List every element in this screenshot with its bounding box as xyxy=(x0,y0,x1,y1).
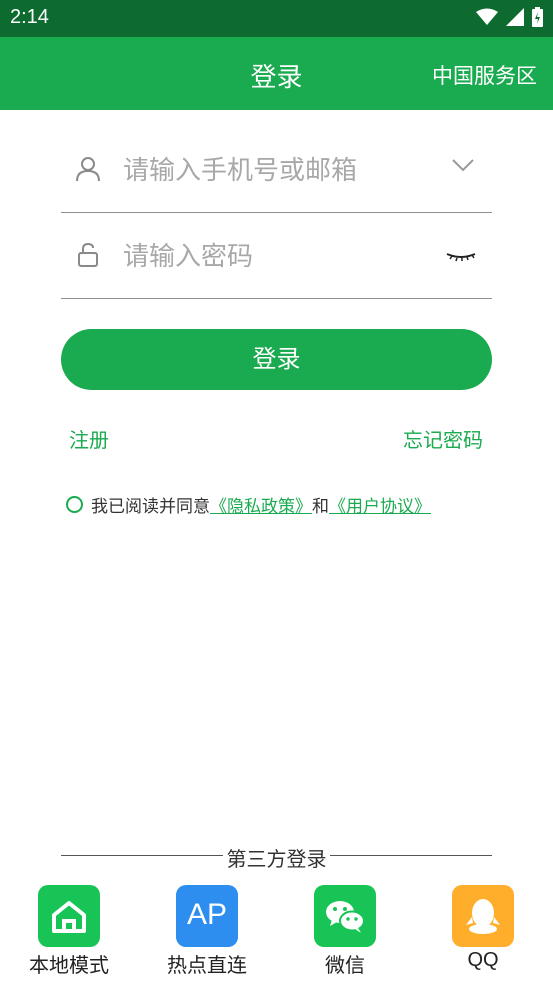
sso-label: 本地模式 xyxy=(29,953,109,977)
account-input[interactable]: 请输入手机号或邮箱 xyxy=(123,150,357,187)
eye-closed-icon[interactable] xyxy=(446,250,476,262)
status-bar: 2:14 xyxy=(0,0,553,37)
sso-label: 热点直连 xyxy=(167,953,247,977)
sso-label: QQ xyxy=(467,949,499,971)
status-time: 2:14 xyxy=(10,6,49,28)
wechat-login-button[interactable]: 微信 xyxy=(290,885,400,978)
signal-icon xyxy=(506,8,524,26)
lock-icon xyxy=(78,242,98,267)
ap-icon-text: AP xyxy=(186,898,228,931)
battery-icon xyxy=(532,7,543,27)
password-field[interactable]: 请输入密码 xyxy=(61,212,492,299)
password-input[interactable]: 请输入密码 xyxy=(123,236,253,273)
account-field[interactable]: 请输入手机号或邮箱 xyxy=(61,126,492,213)
agreement-text: 我已阅读并同意 xyxy=(91,497,210,517)
region-selector[interactable]: 中国服务区 xyxy=(432,60,537,90)
qq-icon xyxy=(452,885,514,947)
wechat-icon xyxy=(314,885,376,947)
user-agreement-link[interactable]: 《用户协议》 xyxy=(329,492,431,517)
chevron-down-icon[interactable] xyxy=(452,158,474,172)
hotspot-direct-button[interactable]: AP 热点直连 xyxy=(152,885,262,978)
status-icons xyxy=(476,7,543,27)
privacy-policy-link[interactable]: 《隐私政策》 xyxy=(210,492,312,517)
agree-radio[interactable] xyxy=(66,496,83,513)
qq-login-button[interactable]: QQ xyxy=(428,885,538,972)
third-party-divider: 第三方登录 xyxy=(61,843,492,871)
user-icon xyxy=(76,157,100,182)
sso-label: 微信 xyxy=(325,953,365,977)
register-link[interactable]: 注册 xyxy=(69,424,109,453)
agreement-row: 我已阅读并同意 《隐私政策》 和 《用户协议》 xyxy=(66,492,431,517)
agreement-and: 和 xyxy=(312,497,329,517)
login-button[interactable]: 登录 xyxy=(61,329,492,390)
local-mode-button[interactable]: 本地模式 xyxy=(14,885,124,978)
wifi-icon xyxy=(476,8,498,25)
ap-icon: AP xyxy=(176,885,238,947)
forgot-password-link[interactable]: 忘记密码 xyxy=(403,424,483,453)
third-party-title: 第三方登录 xyxy=(226,847,327,871)
home-icon xyxy=(38,885,100,947)
app-bar: 登录 中国服务区 xyxy=(0,37,553,110)
